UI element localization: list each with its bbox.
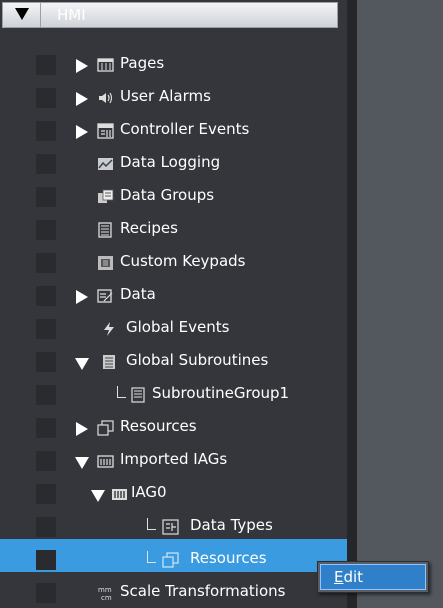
status-indicator bbox=[36, 55, 56, 75]
tree-item-custom-keypads[interactable]: Custom Keypads bbox=[0, 242, 347, 275]
tree-connector bbox=[147, 551, 156, 563]
collapsed-arrow-icon[interactable] bbox=[76, 290, 88, 304]
svg-text:mm: mm bbox=[98, 586, 112, 594]
tree-item-global-subroutines[interactable]: Global Subroutines bbox=[0, 341, 347, 374]
status-indicator bbox=[36, 286, 56, 306]
menu-item-edit[interactable]: Edit bbox=[320, 564, 426, 590]
speaker-alarm-icon bbox=[99, 92, 113, 104]
iag-icon bbox=[112, 489, 127, 500]
status-indicator bbox=[36, 517, 56, 537]
status-indicator bbox=[36, 352, 56, 372]
context-menu: Edit bbox=[317, 561, 429, 593]
tree-item-data-groups[interactable]: Data Groups bbox=[0, 176, 347, 209]
tree-item-data-logging[interactable]: Data Logging bbox=[0, 143, 347, 176]
hmi-tree-panel: HMI Pages User Alarms Controller Events bbox=[0, 0, 348, 608]
pages-icon bbox=[97, 58, 114, 72]
tree-root-hmi[interactable]: HMI bbox=[2, 2, 338, 28]
tree-connector bbox=[117, 386, 126, 398]
status-indicator bbox=[36, 88, 56, 108]
tree-item-label: IAG0 bbox=[131, 483, 167, 501]
subroutine-group-icon bbox=[131, 387, 145, 403]
recipes-icon bbox=[98, 222, 112, 238]
tree-item-label: Data Logging bbox=[120, 153, 221, 171]
tree-item-label: Data Groups bbox=[120, 186, 215, 204]
collapsed-arrow-icon[interactable] bbox=[76, 422, 88, 436]
data-logging-icon bbox=[98, 158, 113, 170]
tree-item-label: Global Events bbox=[126, 318, 230, 336]
tree-item-label: User Alarms bbox=[120, 87, 211, 105]
imported-iags-icon bbox=[97, 455, 114, 468]
tree-item-label: Pages bbox=[120, 54, 165, 72]
tree-item-label: Controller Events bbox=[120, 120, 250, 138]
menu-item-edit-rest: dit bbox=[343, 568, 364, 586]
expanded-arrow-icon[interactable] bbox=[15, 8, 29, 20]
tree-item-label: Recipes bbox=[120, 219, 178, 237]
tree-item-label: Global Subroutines bbox=[126, 351, 269, 369]
subroutines-icon bbox=[103, 355, 115, 369]
tree-item-subroutinegroup1[interactable]: SubroutineGroup1 bbox=[0, 374, 347, 407]
tree-item-resources-selected[interactable]: Resources bbox=[0, 539, 347, 572]
data-groups-icon bbox=[98, 189, 114, 203]
lightning-icon bbox=[104, 322, 114, 336]
tree-item-label: Imported IAGs bbox=[120, 450, 228, 468]
tree-item-label: Custom Keypads bbox=[120, 252, 246, 270]
svg-text:cm: cm bbox=[101, 594, 112, 601]
collapsed-arrow-icon[interactable] bbox=[76, 125, 88, 139]
header-divider bbox=[40, 3, 41, 27]
status-indicator bbox=[36, 121, 56, 141]
data-icon bbox=[97, 289, 113, 303]
tree-item-imported-iags[interactable]: Imported IAGs bbox=[0, 440, 347, 473]
panel-splitter[interactable] bbox=[347, 0, 357, 608]
resources-icon bbox=[162, 552, 179, 568]
tree-item-label: Data bbox=[120, 285, 156, 303]
status-indicator bbox=[36, 154, 56, 174]
status-indicator bbox=[36, 187, 56, 207]
tree-item-recipes[interactable]: Recipes bbox=[0, 209, 347, 242]
status-indicator bbox=[36, 253, 56, 273]
tree-item-data-types[interactable]: Data Types bbox=[0, 506, 347, 539]
tree-item-scale-transformations[interactable]: mm cm Scale Transformations bbox=[0, 572, 347, 605]
tree-item-label: Data Types bbox=[190, 516, 273, 534]
status-indicator bbox=[36, 385, 56, 405]
workspace-area bbox=[357, 0, 443, 608]
controller-events-icon bbox=[97, 123, 114, 139]
expanded-arrow-icon[interactable] bbox=[91, 490, 105, 502]
status-indicator bbox=[36, 583, 56, 603]
status-indicator bbox=[36, 319, 56, 339]
tree-item-resources[interactable]: Resources bbox=[0, 407, 347, 440]
collapsed-arrow-icon[interactable] bbox=[76, 92, 88, 106]
status-indicator bbox=[36, 451, 56, 471]
tree-item-data[interactable]: Data bbox=[0, 275, 347, 308]
tree-item-global-events[interactable]: Global Events bbox=[0, 308, 347, 341]
keypad-icon bbox=[98, 256, 113, 270]
tree-item-label: Resources bbox=[190, 549, 267, 567]
status-indicator bbox=[36, 550, 56, 570]
tree-item-label: Resources bbox=[120, 417, 197, 435]
tree-item-controller-events[interactable]: Controller Events bbox=[0, 110, 347, 143]
resources-icon bbox=[97, 420, 114, 436]
tree-item-pages[interactable]: Pages bbox=[0, 44, 347, 77]
tree-item-iag0[interactable]: IAG0 bbox=[0, 473, 347, 506]
expanded-arrow-icon[interactable] bbox=[75, 358, 89, 370]
status-indicator bbox=[36, 484, 56, 504]
data-types-icon bbox=[162, 519, 179, 535]
status-indicator bbox=[36, 220, 56, 240]
scale-transform-icon: mm cm bbox=[98, 586, 112, 601]
expanded-arrow-icon[interactable] bbox=[75, 457, 89, 469]
status-indicator bbox=[36, 418, 56, 438]
tree-connector bbox=[147, 518, 156, 530]
tree-root-label: HMI bbox=[57, 6, 86, 24]
tree-item-user-alarms[interactable]: User Alarms bbox=[0, 77, 347, 110]
tree-item-label: Scale Transformations bbox=[120, 582, 286, 600]
collapsed-arrow-icon[interactable] bbox=[76, 59, 88, 73]
tree-item-label: SubroutineGroup1 bbox=[152, 384, 290, 402]
